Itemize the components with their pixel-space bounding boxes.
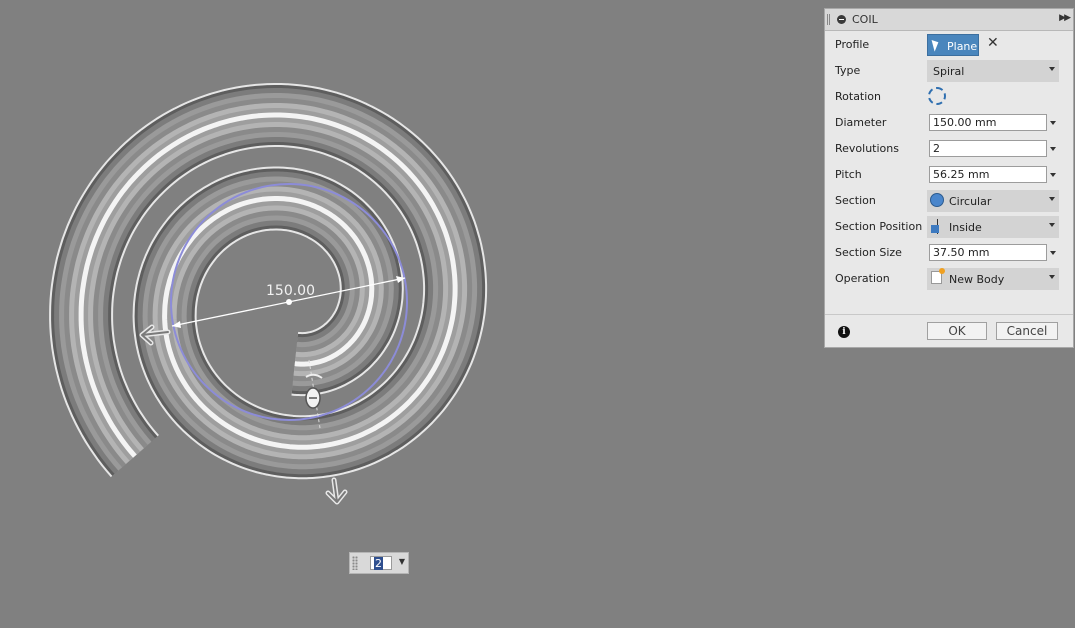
circle-section-icon <box>930 193 944 207</box>
dialog-header[interactable]: COIL ▶▶ <box>825 9 1073 31</box>
diameter-input[interactable]: 150.00 mm <box>929 114 1047 131</box>
chevron-down-icon[interactable] <box>1050 147 1056 151</box>
collapse-icon[interactable] <box>837 15 846 24</box>
chevron-down-icon[interactable] <box>1050 173 1056 177</box>
section-position-label: Section Position <box>835 220 923 233</box>
expand-icon[interactable]: ▶▶ <box>1059 13 1071 23</box>
cursor-arrow-icon <box>931 38 941 52</box>
diameter-label: Diameter <box>835 116 887 129</box>
pitch-input[interactable]: 56.25 mm <box>929 166 1047 183</box>
section-position-icon <box>931 219 943 234</box>
revolutions-mini-field[interactable]: 2 <box>370 556 392 570</box>
info-icon[interactable]: i <box>838 326 850 338</box>
drag-grip-icon[interactable] <box>352 556 358 570</box>
row-diameter: Diameter 150.00 mm <box>825 110 1073 136</box>
cancel-button[interactable]: Cancel <box>996 322 1058 340</box>
section-size-input[interactable]: 37.50 mm <box>929 244 1047 261</box>
chevron-down-icon <box>1049 275 1055 279</box>
chevron-down-icon[interactable] <box>1050 251 1056 255</box>
operation-dropdown[interactable]: New Body <box>927 268 1059 290</box>
ok-button[interactable]: OK <box>927 322 987 340</box>
revolutions-label: Revolutions <box>835 142 899 155</box>
rotation-label: Rotation <box>835 90 882 103</box>
profile-label: Profile <box>835 38 870 51</box>
profile-select-button[interactable]: Plane <box>927 34 979 56</box>
row-section: Section Circular <box>825 188 1073 214</box>
clear-selection-icon[interactable]: ✕ <box>987 35 999 51</box>
coil-dialog: COIL ▶▶ Profile Plane ✕ Type Spiral Rota… <box>824 8 1074 348</box>
chevron-down-icon <box>1049 197 1055 201</box>
row-operation: Operation New Body <box>825 266 1073 292</box>
section-position-value: Inside <box>949 221 982 234</box>
section-label: Section <box>835 194 876 207</box>
section-dropdown[interactable]: Circular <box>927 190 1059 212</box>
rotation-direction-icon[interactable] <box>928 87 946 105</box>
type-dropdown[interactable]: Spiral <box>927 60 1059 82</box>
type-label: Type <box>835 64 861 77</box>
chevron-down-icon[interactable]: ▼ <box>399 557 405 566</box>
operation-value: New Body <box>949 273 1005 286</box>
section-value: Circular <box>949 195 992 208</box>
revolutions-mini-value: 2 <box>374 557 383 570</box>
chevron-down-icon <box>1049 223 1055 227</box>
section-position-dropdown[interactable]: Inside <box>927 216 1059 238</box>
revolutions-input[interactable]: 2 <box>929 140 1047 157</box>
row-type: Type Spiral <box>825 58 1073 84</box>
row-profile: Profile Plane ✕ <box>825 32 1073 58</box>
new-body-icon <box>931 268 945 284</box>
dialog-footer: i OK Cancel <box>825 314 1073 348</box>
chevron-down-icon[interactable] <box>1050 121 1056 125</box>
type-value: Spiral <box>933 65 965 78</box>
row-section-position: Section Position Inside <box>825 214 1073 240</box>
profile-select-value: Plane <box>947 40 978 53</box>
diameter-dimension-label[interactable]: 150.00 <box>266 283 315 299</box>
row-section-size: Section Size 37.50 mm <box>825 240 1073 266</box>
row-pitch: Pitch 56.25 mm <box>825 162 1073 188</box>
pitch-label: Pitch <box>835 168 862 181</box>
operation-label: Operation <box>835 272 890 285</box>
section-size-label: Section Size <box>835 246 902 259</box>
dialog-title: COIL <box>852 13 878 26</box>
revolutions-drag-arrow[interactable] <box>325 477 348 505</box>
revolutions-mini-input[interactable]: 2 ▼ <box>349 552 409 574</box>
chevron-down-icon <box>1049 67 1055 71</box>
row-revolutions: Revolutions 2 <box>825 136 1073 162</box>
drag-handle-icon[interactable] <box>827 14 830 25</box>
row-rotation: Rotation <box>825 84 1073 110</box>
